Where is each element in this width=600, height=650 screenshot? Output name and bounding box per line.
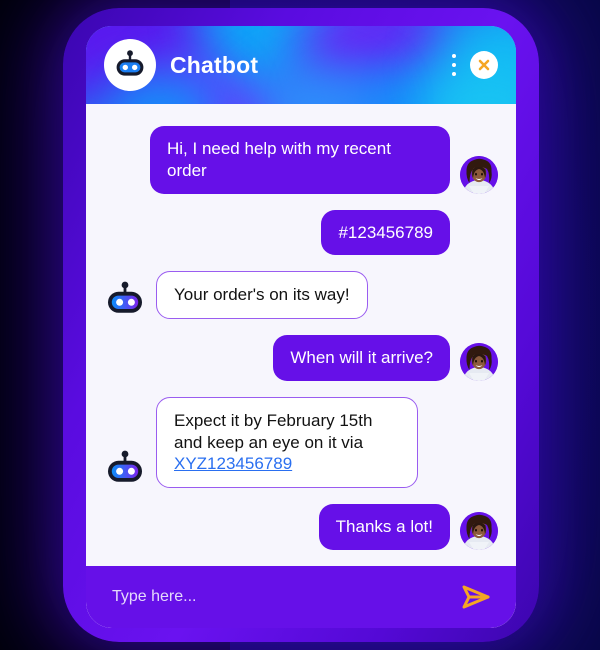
tracking-link[interactable]: XYZ123456789 [174,454,292,473]
composer-bar [86,566,516,628]
message-row-bot: Expect it by February 15th and keep an e… [104,396,498,488]
close-x-icon [478,59,490,71]
user-avatar-photo [460,155,498,194]
send-button[interactable] [458,581,494,613]
message-input[interactable] [112,588,458,606]
menu-dot [452,54,456,58]
more-vertical-icon[interactable] [444,50,464,80]
user-avatar-photo [460,511,498,550]
robot-icon [116,50,144,76]
chat-window: Chatbot Hi, I need help with my recent o… [86,26,516,628]
avatar [460,155,498,194]
message-row-user: Thanks a lot! [104,504,498,550]
message-text: Expect it by February 15th and keep an e… [174,410,373,452]
message-row-user: #123456789 [104,209,498,256]
message-bubble-bot: Your order's on its way! [156,271,368,319]
avatar [460,511,498,550]
robot-icon [108,281,142,313]
chatbot-logo-avatar [104,39,156,91]
avatar [460,342,498,381]
message-bubble-user: When will it arrive? [273,335,450,381]
page-title: Chatbot [170,51,259,78]
message-bubble-user: #123456789 [321,209,450,256]
robot-icon [108,450,142,482]
message-bubble-user: Thanks a lot! [318,504,450,550]
send-paper-plane-icon [462,585,490,609]
message-row-user: When will it arrive? [104,335,498,381]
user-avatar-photo [460,342,498,381]
message-list: Hi, I need help with my recent order #12… [86,104,516,566]
chat-header: Chatbot [86,26,516,104]
message-row-bot: Your order's on its way! [104,271,498,319]
bot-avatar [104,277,146,319]
close-button[interactable] [470,51,498,79]
menu-dot [452,72,456,76]
message-bubble-bot: Expect it by February 15th and keep an e… [156,396,418,488]
bot-avatar [104,446,146,488]
menu-dot [452,63,456,67]
message-row-user: Hi, I need help with my recent order [104,126,498,194]
message-bubble-user: Hi, I need help with my recent order [150,126,450,194]
